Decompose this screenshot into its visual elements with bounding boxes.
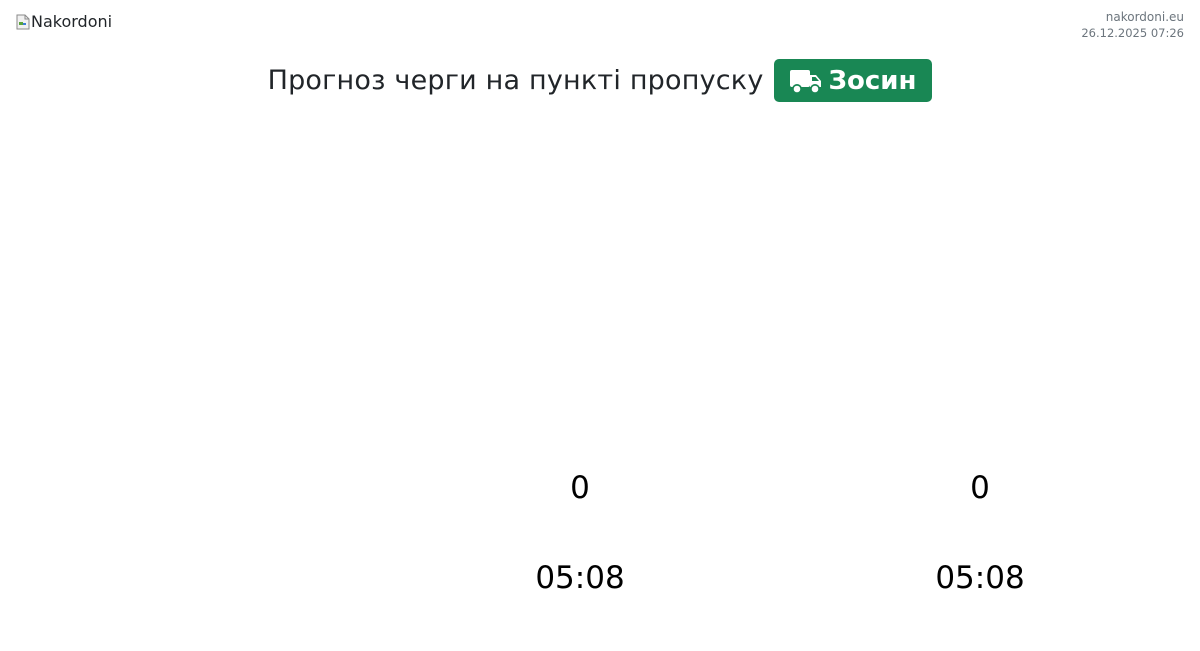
page: Nakordoni nakordoni.eu 26.12.2025 07:26 … [0, 0, 1200, 651]
wait-time-1: 05:08 [535, 560, 625, 596]
page-title: Прогноз черги на пункті пропуску Зосин [0, 59, 1200, 102]
timestamp: 26.12.2025 07:26 [1081, 26, 1184, 40]
crossing-badge[interactable]: Зосин [773, 59, 933, 102]
queue-count-1: 0 [570, 470, 590, 506]
queue-count-2: 0 [970, 470, 990, 506]
truck-icon [789, 67, 822, 95]
site-info: nakordoni.eu 26.12.2025 07:26 [1081, 9, 1184, 41]
broken-image-icon [16, 14, 30, 30]
site-domain: nakordoni.eu [1105, 10, 1184, 24]
logo-alt-text: Nakordoni [31, 12, 113, 31]
page-title-text: Прогноз черги на пункті пропуску [267, 65, 764, 96]
logo[interactable]: Nakordoni [16, 12, 112, 31]
crossing-name: Зосин [828, 65, 917, 96]
wait-time-2: 05:08 [935, 560, 1025, 596]
